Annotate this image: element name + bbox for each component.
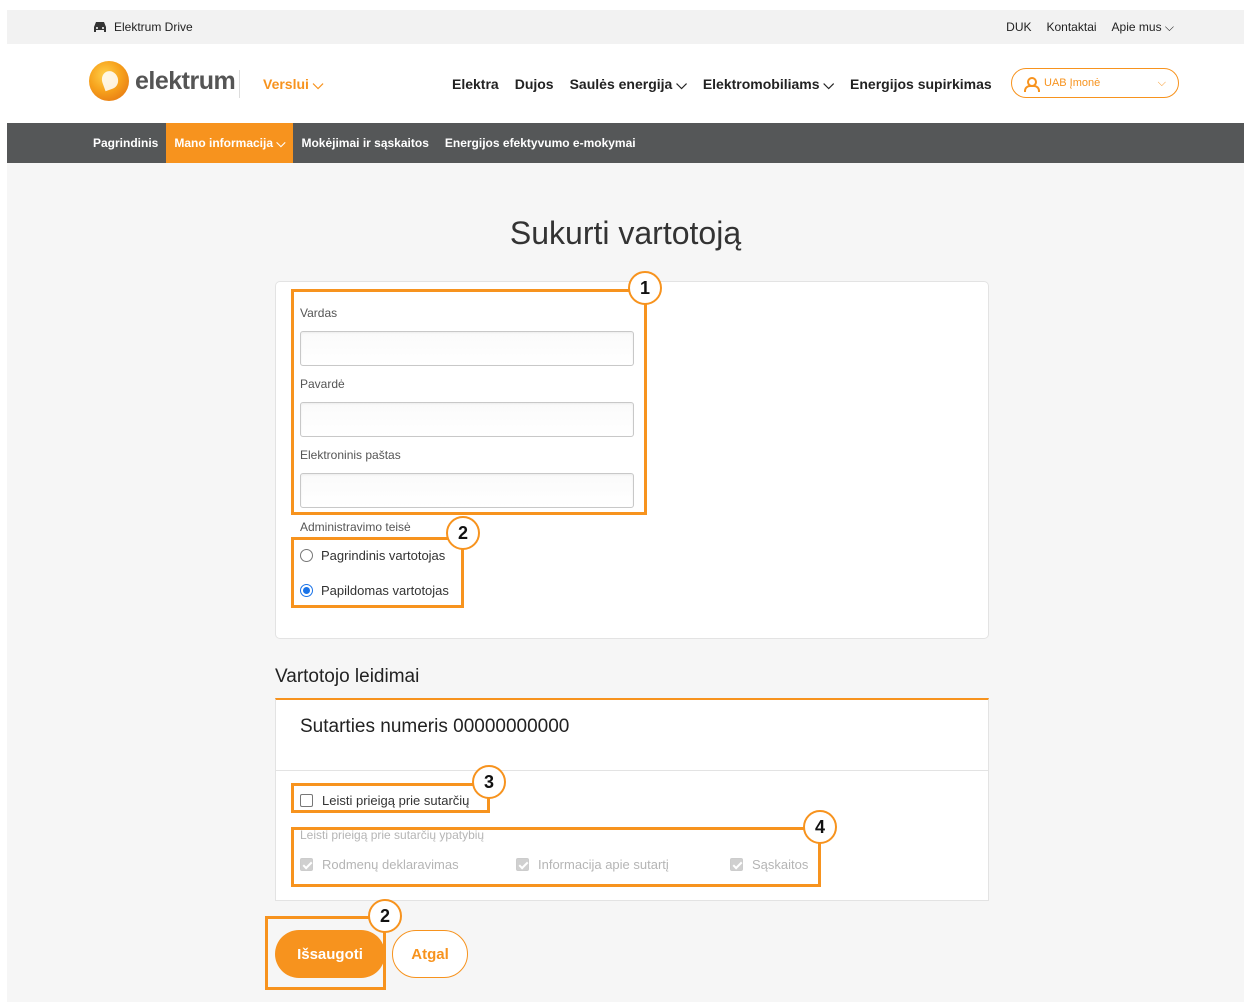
permissions-heading: Vartotojo leidimai <box>275 666 420 687</box>
annotation-box-1 <box>291 289 647 515</box>
card-divider <box>276 770 988 771</box>
car-icon <box>94 22 106 32</box>
annotation-box-5 <box>265 916 386 990</box>
elektrum-drive-link[interactable]: Elektrum Drive <box>92 20 193 34</box>
nav-elektra[interactable]: Elektra <box>452 76 499 93</box>
logo-text: elektrum <box>135 66 236 95</box>
subnav-mano-informacija[interactable]: Mano informacija ⌵ <box>166 123 294 163</box>
annotation-badge-3: 3 <box>472 765 506 799</box>
contract-title: Sutarties numeris 00000000000 <box>300 716 569 738</box>
page: Elektrum Drive DUK Kontaktai Apie mus ⌵ … <box>7 10 1244 1002</box>
annotation-badge-5: 2 <box>368 899 402 933</box>
annotation-box-2 <box>291 537 464 608</box>
user-icon <box>1024 77 1040 92</box>
nav-dujos[interactable]: Dujos <box>515 76 554 93</box>
annotation-box-4 <box>291 827 821 887</box>
kontaktai-link[interactable]: Kontaktai <box>1047 20 1097 35</box>
sub-nav: Pagrindinis Mano informacija ⌵ Mokėjimai… <box>7 123 1244 163</box>
utility-bar: Elektrum Drive DUK Kontaktai Apie mus ⌵ <box>7 10 1244 44</box>
apie-mus-link[interactable]: Apie mus ⌵ <box>1112 20 1174 35</box>
subnav-mokejimai[interactable]: Mokėjimai ir sąskaitos <box>293 123 436 163</box>
account-name: UAB Įmonė <box>1044 77 1101 89</box>
admin-rights-label: Administravimo teisė <box>300 520 411 534</box>
subnav-pagrindinis[interactable]: Pagrindinis <box>85 123 166 163</box>
back-button[interactable]: Atgal <box>392 930 468 978</box>
annotation-badge-4: 4 <box>803 810 837 844</box>
nav-saules-energija[interactable]: Saulės energija ⌵ <box>570 76 687 93</box>
contract-number: 00000000000 <box>453 716 570 737</box>
annotation-badge-2: 2 <box>446 516 480 550</box>
chevron-down-icon: ⌵ <box>1157 76 1166 89</box>
duk-link[interactable]: DUK <box>1006 20 1031 35</box>
contract-title-label: Sutarties numeris <box>300 716 448 737</box>
subnav-e-mokymai[interactable]: Energijos efektyvumo e-mokymai <box>437 123 644 163</box>
header-divider <box>239 70 240 98</box>
elektrum-drive-label: Elektrum Drive <box>114 20 193 34</box>
page-title: Sukurti vartotoją <box>509 215 742 251</box>
nav-elektromobiliams[interactable]: Elektromobiliams ⌵ <box>703 76 834 93</box>
annotation-badge-1: 1 <box>628 271 662 305</box>
elektrum-logo[interactable]: elektrum <box>89 61 236 101</box>
main-nav: Elektra Dujos Saulės energija ⌵ Elektrom… <box>452 76 992 93</box>
main-header: elektrum Verslui ⌵ Elektra Dujos Saulės … <box>7 44 1244 123</box>
account-dropdown[interactable]: UAB Įmonė ⌵ <box>1011 68 1179 98</box>
nav-energijos-supirkimas[interactable]: Energijos supirkimas <box>850 76 992 93</box>
annotation-box-3 <box>291 783 490 813</box>
logo-ball-icon <box>89 61 129 101</box>
segment-dropdown[interactable]: Verslui ⌵ <box>263 76 323 93</box>
